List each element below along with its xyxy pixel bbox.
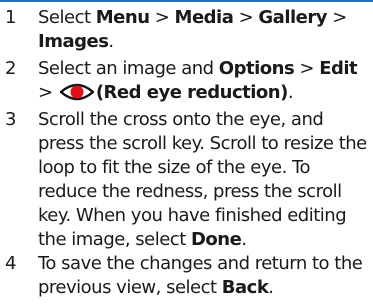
media-label: Media (174, 7, 234, 28)
step-text: Select Menu > Media > Gallery > Images. (38, 6, 367, 54)
gallery-label: Gallery (258, 7, 327, 28)
instruction-list: 1 Select Menu > Media > Gallery > Images… (0, 0, 373, 304)
step-4: 4 To save the changes and return to the … (0, 252, 367, 300)
step-2: 2 Select an image and Options > Edit > (… (0, 57, 367, 105)
step-number: 3 (5, 109, 17, 130)
red-eye-icon (58, 81, 95, 103)
edit-label: Edit (319, 58, 358, 79)
step-1: 1 Select Menu > Media > Gallery > Images… (0, 6, 367, 54)
separator: > (38, 82, 58, 103)
period: . (108, 31, 114, 52)
step-number: 2 (5, 58, 17, 79)
step-text: Select an image and Options > Edit > (Re… (38, 57, 367, 105)
step-3: 3 Scroll the cross onto the eye, and pre… (0, 108, 367, 252)
step-text-plain: To save the changes and return to the pr… (38, 253, 363, 298)
separator: > (294, 58, 320, 79)
period: . (287, 82, 294, 103)
done-label: Done (190, 229, 242, 250)
period: . (241, 229, 247, 250)
period: . (268, 277, 274, 298)
red-eye-reduction-label: (Red eye reduction) (95, 82, 289, 103)
separator: > (327, 7, 347, 28)
options-label: Options (218, 58, 295, 79)
step-text: Scroll the cross onto the eye, and press… (38, 108, 367, 252)
step-text: To save the changes and return to the pr… (38, 252, 367, 300)
menu-label: Menu (95, 7, 150, 28)
separator: > (149, 7, 175, 28)
images-label: Images (38, 31, 109, 52)
back-label: Back (221, 277, 269, 298)
step-number: 1 (5, 7, 17, 28)
step-number: 4 (5, 253, 17, 274)
separator: > (233, 7, 259, 28)
step-text-plain: Select an image and (38, 58, 219, 79)
step-text-plain: Select (38, 7, 96, 28)
